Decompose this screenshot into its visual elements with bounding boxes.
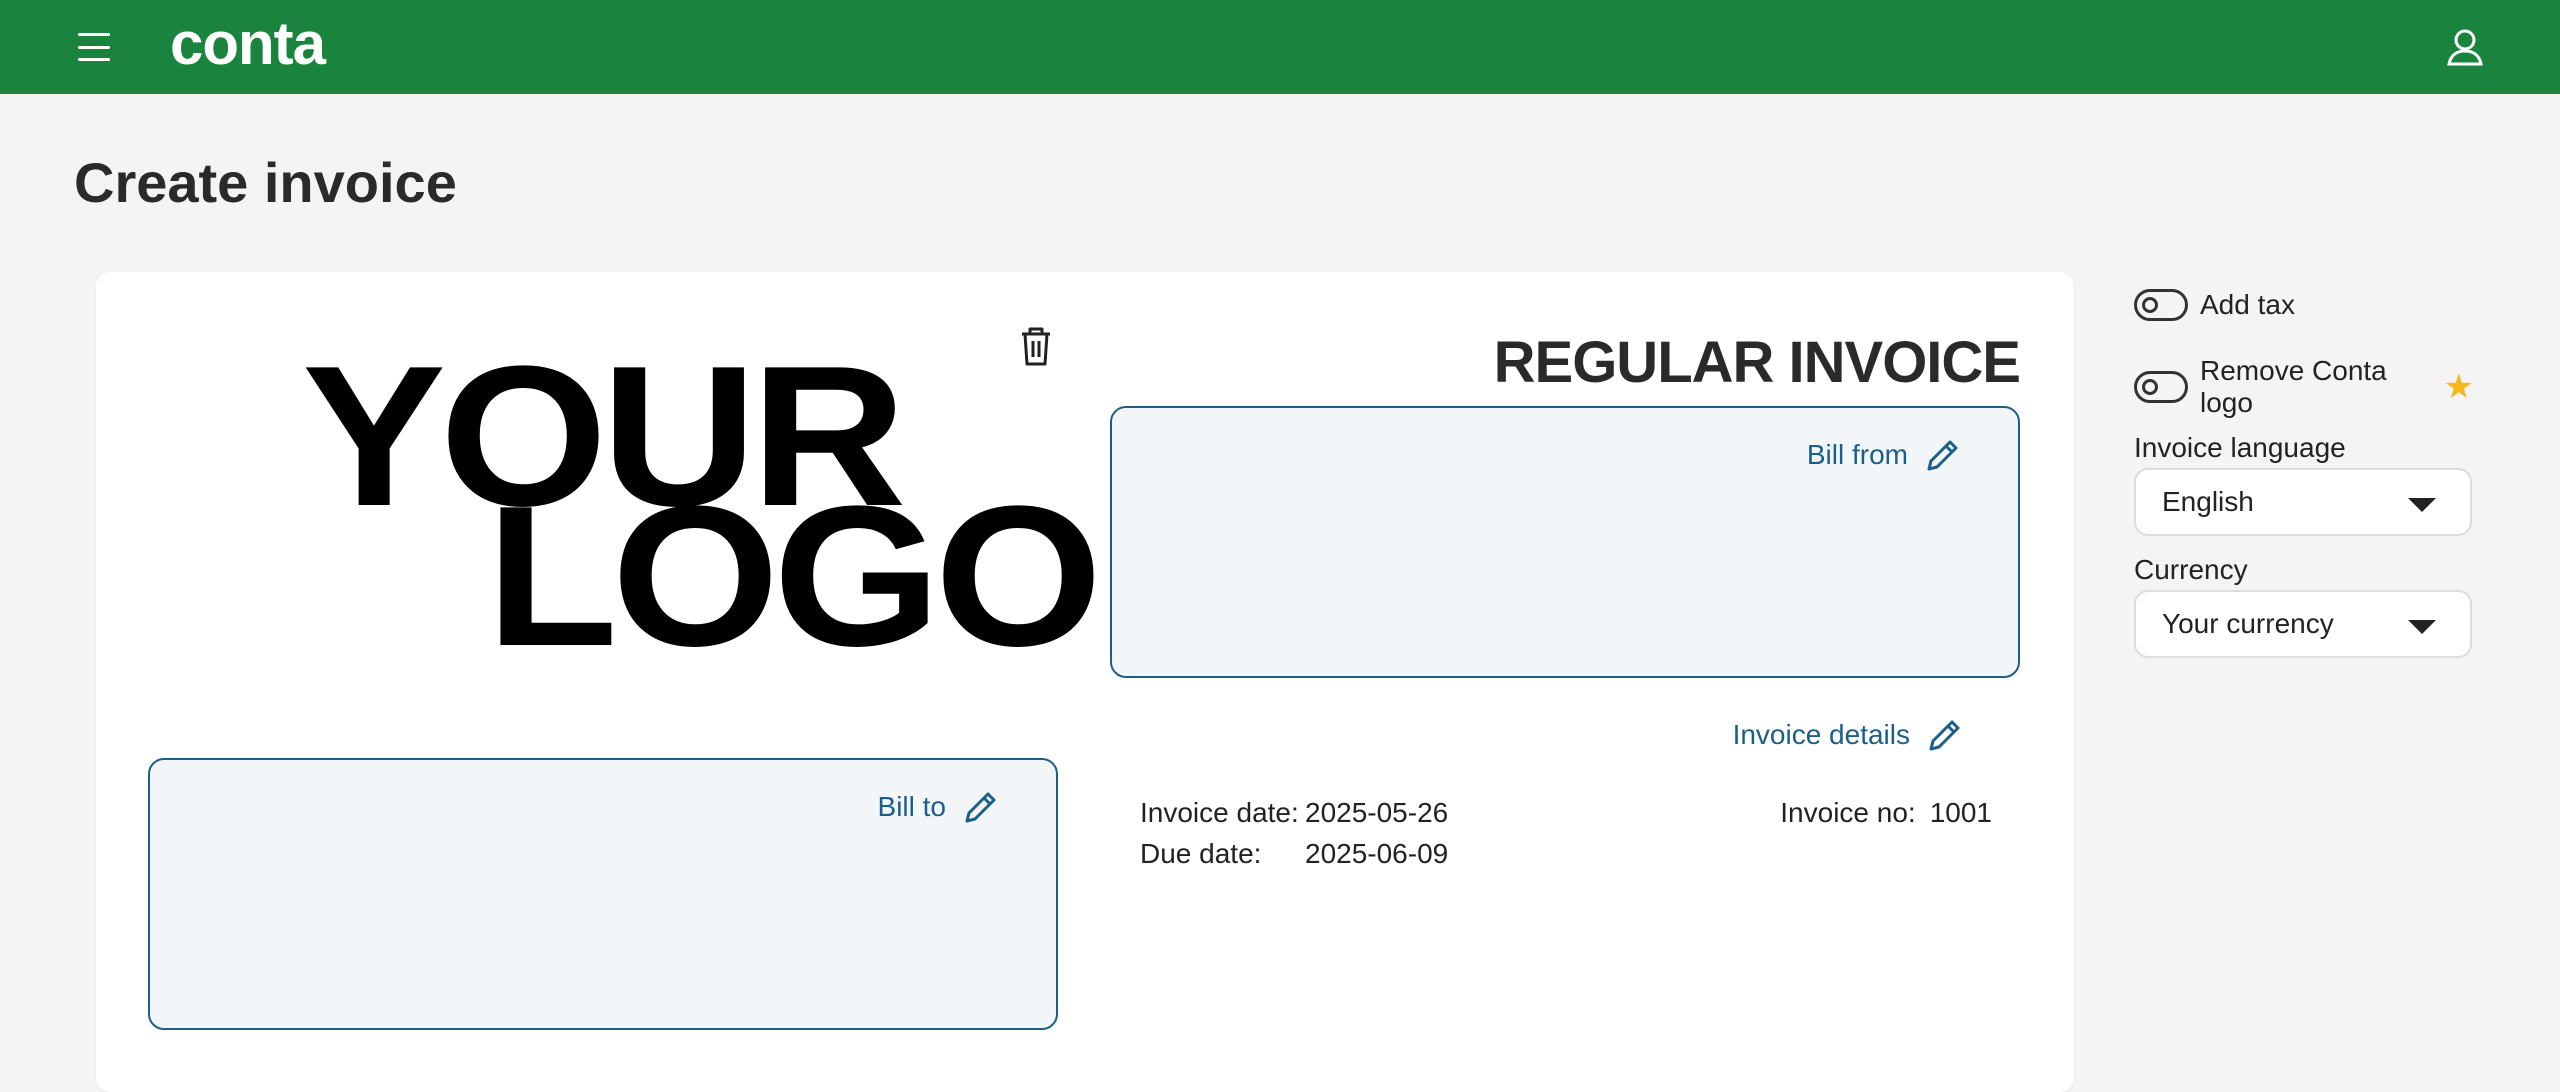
star-icon: ★: [2443, 368, 2474, 406]
invoice-date-label: Invoice date:: [1140, 797, 1299, 828]
pencil-icon: [1927, 440, 1958, 471]
toggle-switch-icon[interactable]: [2134, 371, 2188, 403]
toggle-switch-icon[interactable]: [2134, 289, 2188, 321]
top-navigation-bar: conta: [0, 0, 2560, 94]
remove-logo-label: Remove Conta logo: [2200, 355, 2387, 418]
bill-to-edit-link[interactable]: Bill to: [878, 788, 1000, 826]
logo-placeholder-line2: LOGO: [486, 465, 1103, 688]
chevron-down-icon: [2408, 498, 2436, 512]
invoice-date-row: Invoice date: 2025-05-26: [1140, 792, 1448, 833]
remove-logo-toggle[interactable]: Remove Conta logo ★: [2134, 355, 2474, 418]
invoice-details-edit-link[interactable]: Invoice details: [1733, 716, 1964, 754]
pencil-icon: [1929, 720, 1960, 751]
invoice-type-title: REGULAR INVOICE: [1493, 330, 2021, 395]
due-date-row: Due date: 2025-06-09: [1140, 833, 1448, 874]
invoice-dates: Invoice date: 2025-05-26 Due date: 2025-…: [1140, 792, 1448, 874]
currency-select[interactable]: Your currency: [2134, 590, 2472, 658]
currency-value: Your currency: [2162, 608, 2334, 639]
brand-logo[interactable]: conta: [170, 4, 326, 84]
page-title: Create invoice: [74, 151, 457, 214]
due-date-label: Due date:: [1140, 838, 1262, 869]
invoice-language-select[interactable]: English: [2134, 468, 2472, 536]
pencil-icon: [965, 792, 996, 823]
due-date-value: 2025-06-09: [1305, 838, 1449, 869]
bill-to-box[interactable]: Bill to: [148, 758, 1058, 1030]
invoice-preview-card: YOUR LOGO REGULAR INVOICE Bill from Invo…: [96, 272, 2074, 1092]
logo-placeholder[interactable]: YOUR LOGO: [206, 332, 1103, 677]
chevron-down-icon: [2408, 620, 2436, 634]
invoice-details-label: Invoice details: [1732, 719, 1910, 750]
currency-label: Currency: [2134, 554, 2248, 585]
bill-from-box[interactable]: Bill from: [1110, 406, 2020, 678]
invoice-language-label: Invoice language: [2134, 432, 2346, 463]
add-tax-label: Add tax: [2200, 289, 2295, 320]
add-tax-toggle[interactable]: Add tax: [2134, 280, 2474, 330]
invoice-number: Invoice no: 1001: [1780, 792, 1992, 833]
invoice-number-label: Invoice no:: [1780, 797, 1916, 828]
user-icon[interactable]: [2444, 26, 2486, 68]
invoice-date-value: 2025-05-26: [1305, 797, 1449, 828]
trash-icon[interactable]: [1016, 324, 1056, 368]
bill-from-label: Bill from: [1806, 439, 1908, 470]
invoice-settings-panel: Add tax Remove Conta logo ★ Invoice lang…: [2134, 280, 2474, 658]
bill-from-edit-link[interactable]: Bill from: [1807, 436, 1962, 474]
invoice-number-value: 1001: [1929, 797, 1992, 828]
invoice-language-value: English: [2162, 486, 2254, 517]
hamburger-menu-icon[interactable]: [76, 31, 112, 63]
bill-to-label: Bill to: [877, 791, 946, 822]
